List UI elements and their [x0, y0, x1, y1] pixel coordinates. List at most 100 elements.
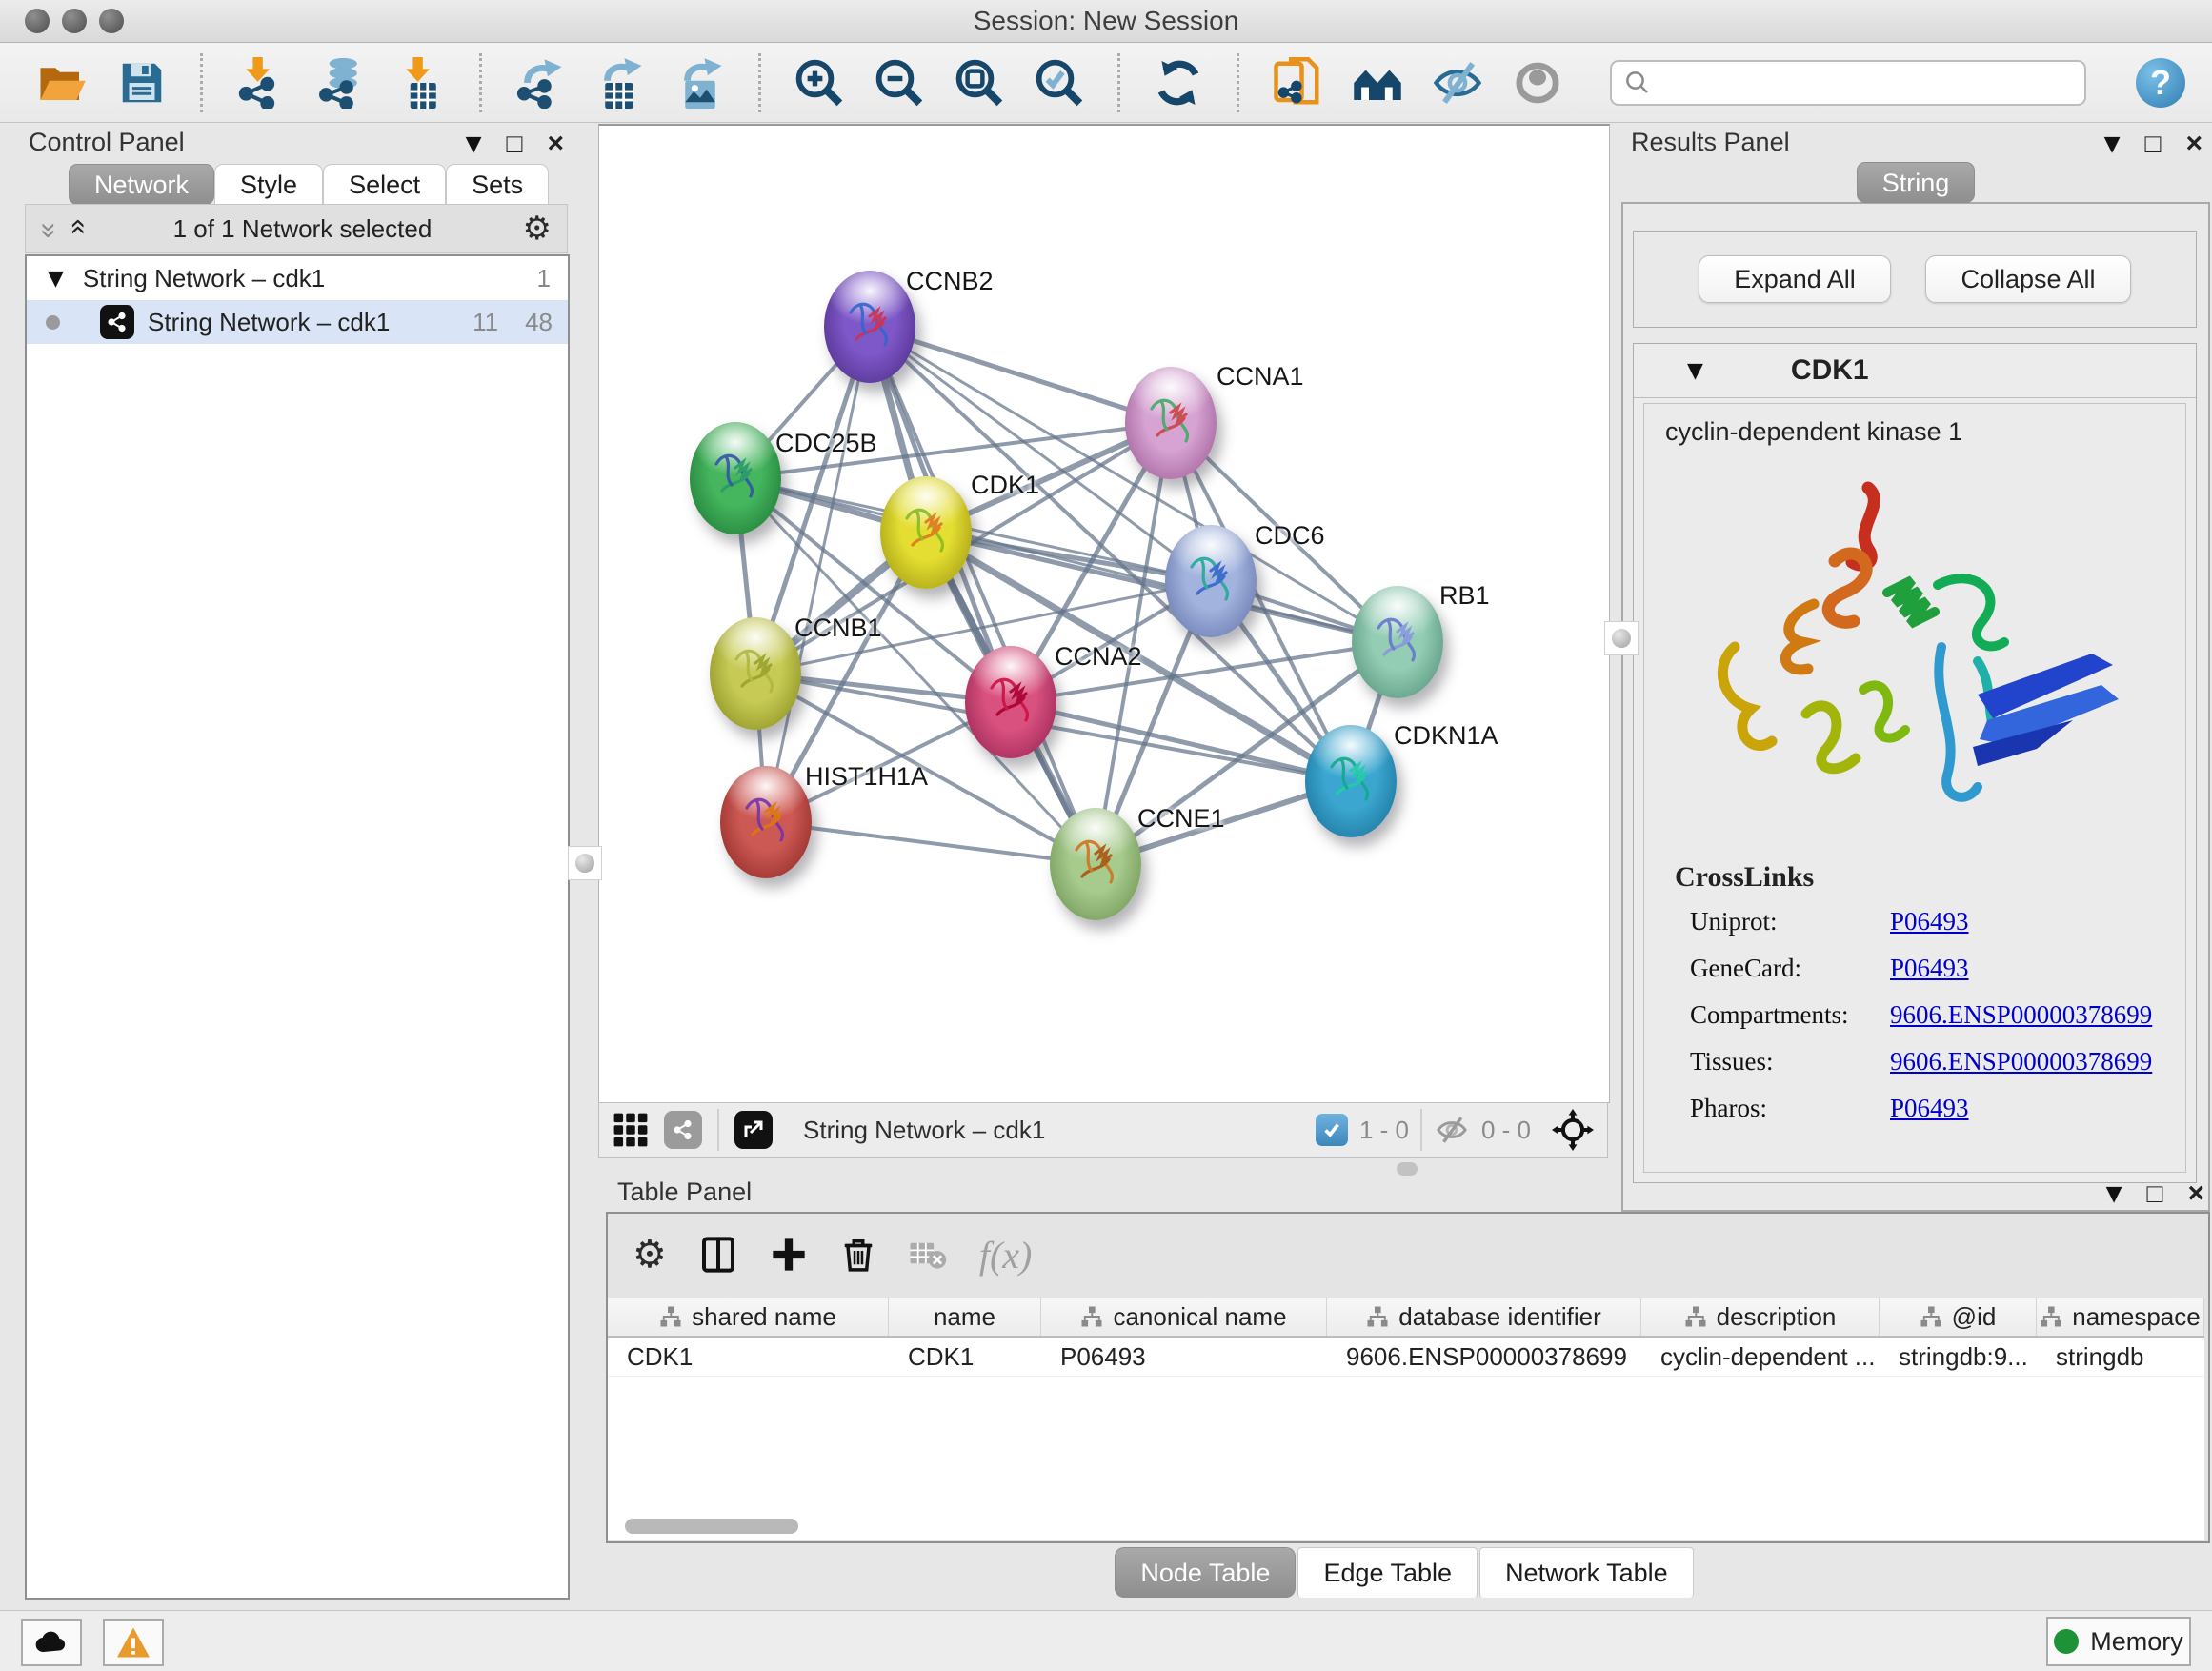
- open-in-browser-icon[interactable]: [734, 1111, 773, 1149]
- crosslink-link[interactable]: P06493: [1890, 907, 1969, 936]
- node-CDC6[interactable]: [1165, 525, 1257, 637]
- control-panel-float-icon[interactable]: □: [507, 129, 523, 159]
- string-network-icon: [100, 305, 134, 339]
- results-panel-collapse-icon[interactable]: ▼: [2104, 132, 2121, 156]
- open-session-button[interactable]: [34, 55, 90, 111]
- crosslink-link[interactable]: P06493: [1890, 1094, 1969, 1123]
- tab-sets[interactable]: Sets: [446, 164, 549, 205]
- hidden-eye-slash-icon[interactable]: [1434, 1114, 1470, 1146]
- tab-node-table[interactable]: Node Table: [1115, 1547, 1296, 1598]
- selected-checkbox-icon[interactable]: [1316, 1114, 1348, 1146]
- export-network-button[interactable]: [513, 55, 568, 111]
- column-header-sharedname[interactable]: shared name: [608, 1298, 889, 1336]
- column-header-canonicalname[interactable]: canonical name: [1041, 1298, 1327, 1336]
- column-header-name[interactable]: name: [889, 1298, 1041, 1336]
- network-canvas[interactable]: CCNB2 CCNA1 CDC25B CDK1 CDC6: [598, 124, 1610, 1103]
- import-table-file-button[interactable]: [393, 55, 449, 111]
- tab-network[interactable]: Network: [69, 164, 214, 205]
- table-row[interactable]: CDK1CDK1P064939606.ENSP00000378699cyclin…: [608, 1338, 2204, 1377]
- collection-expand-icon[interactable]: ▼: [48, 267, 64, 291]
- import-database-icon: [315, 57, 367, 109]
- tab-style[interactable]: Style: [214, 164, 323, 205]
- delete-table-icon[interactable]: [909, 1238, 947, 1272]
- current-network-dot-icon: [46, 315, 60, 330]
- save-session-button[interactable]: [114, 55, 170, 111]
- node-CDKN1A[interactable]: [1305, 725, 1397, 837]
- protein-section-header[interactable]: ▼ CDK1: [1634, 344, 2196, 398]
- add-column-icon[interactable]: [770, 1234, 808, 1276]
- zoom-in-button[interactable]: [792, 55, 847, 111]
- cloud-status-button[interactable]: [21, 1619, 82, 1666]
- protein-expand-icon[interactable]: ▼: [1687, 359, 1703, 383]
- toolbar-search-field[interactable]: [1610, 60, 2086, 106]
- node-HIST1H1A[interactable]: [720, 766, 812, 878]
- warnings-button[interactable]: [103, 1619, 164, 1666]
- results-panel-float-icon[interactable]: □: [2145, 129, 2162, 159]
- node-CDK1[interactable]: [880, 476, 972, 589]
- node-CCNA1[interactable]: [1125, 367, 1217, 479]
- close-window-icon[interactable]: [25, 9, 50, 33]
- left-splitter-handle[interactable]: [568, 846, 602, 880]
- node-RB1[interactable]: [1352, 586, 1443, 698]
- tab-edge-table[interactable]: Edge Table: [1297, 1547, 1478, 1598]
- node-CCNB1[interactable]: [710, 617, 801, 730]
- delete-column-icon[interactable]: [840, 1234, 876, 1276]
- expand-all-button[interactable]: Expand All: [1699, 255, 1891, 303]
- help-button[interactable]: ?: [2136, 58, 2185, 108]
- crosslink-link[interactable]: 9606.ENSP00000378699: [1890, 1000, 2152, 1030]
- memory-button[interactable]: Memory: [2046, 1617, 2191, 1666]
- control-panel-collapse-icon[interactable]: ▼: [466, 132, 482, 156]
- table-panel-float-icon[interactable]: □: [2147, 1178, 2163, 1209]
- birdseye-grid-icon[interactable]: [613, 1112, 649, 1148]
- show-columns-icon[interactable]: [699, 1234, 737, 1276]
- horizontal-splitter-handle[interactable]: [1397, 1162, 1418, 1176]
- node-CCNA2[interactable]: [965, 646, 1056, 758]
- zoom-out-button[interactable]: [872, 55, 927, 111]
- column-header-description[interactable]: description: [1641, 1298, 1880, 1336]
- control-panel-close-icon[interactable]: ×: [547, 128, 564, 160]
- minimize-window-icon[interactable]: [62, 9, 87, 33]
- hide-selected-button[interactable]: [1430, 55, 1485, 111]
- zoom-selected-button[interactable]: [1032, 55, 1087, 111]
- collapse-all-networks-icon[interactable]: »: [60, 223, 92, 235]
- tab-network-table[interactable]: Network Table: [1479, 1547, 1694, 1598]
- show-hidden-button[interactable]: [1510, 55, 1565, 111]
- tab-string[interactable]: String: [1857, 162, 1976, 203]
- column-header-databaseidentifier[interactable]: database identifier: [1327, 1298, 1641, 1336]
- string-view-icon[interactable]: [664, 1111, 702, 1149]
- import-network-file-button[interactable]: [233, 55, 289, 111]
- right-splitter-handle[interactable]: [1604, 621, 1639, 655]
- traffic-lights[interactable]: [25, 9, 136, 38]
- function-builder-button[interactable]: f(x): [979, 1233, 1033, 1278]
- crosslink-link[interactable]: 9606.ENSP00000378699: [1890, 1047, 2152, 1077]
- node-CDC25B[interactable]: [690, 422, 781, 534]
- clone-network-button[interactable]: [1270, 55, 1325, 111]
- move-target-icon[interactable]: [1552, 1109, 1594, 1151]
- export-network-icon: [514, 57, 566, 109]
- table-panel-collapse-icon[interactable]: ▼: [2106, 1182, 2122, 1206]
- results-panel-close-icon[interactable]: ×: [2185, 128, 2202, 160]
- export-image-button[interactable]: [673, 55, 728, 111]
- node-CCNB2[interactable]: [824, 271, 915, 383]
- current-network-name: String Network – cdk1: [803, 1116, 1045, 1145]
- crosslink-link[interactable]: P06493: [1890, 954, 1969, 983]
- table-horizontal-scrollbar[interactable]: [625, 1519, 798, 1534]
- export-table-button[interactable]: [593, 55, 648, 111]
- table-panel-close-icon[interactable]: ×: [2187, 1178, 2204, 1210]
- network-options-gear-icon[interactable]: ⚙: [523, 210, 552, 248]
- collapse-all-button[interactable]: Collapse All: [1925, 255, 2131, 303]
- table-body: CDK1CDK1P064939606.ENSP00000378699cyclin…: [608, 1338, 2204, 1377]
- network-row-selected[interactable]: String Network – cdk1 11 48: [27, 300, 568, 344]
- search-input[interactable]: [1652, 67, 2056, 98]
- node-CCNE1[interactable]: [1050, 808, 1141, 920]
- maximize-window-icon[interactable]: [99, 9, 124, 33]
- zoom-fit-button[interactable]: [952, 55, 1007, 111]
- import-network-database-button[interactable]: [313, 55, 369, 111]
- network-collection-row[interactable]: ▼ String Network – cdk1 1: [27, 256, 568, 300]
- column-header-id[interactable]: @id: [1880, 1298, 2037, 1336]
- tab-select[interactable]: Select: [323, 164, 446, 205]
- column-header-namespace[interactable]: namespace: [2037, 1298, 2204, 1336]
- apply-layout-button[interactable]: [1151, 55, 1206, 111]
- show-all-nodes-button[interactable]: [1350, 55, 1405, 111]
- table-settings-gear-icon[interactable]: ⚙: [633, 1233, 667, 1277]
